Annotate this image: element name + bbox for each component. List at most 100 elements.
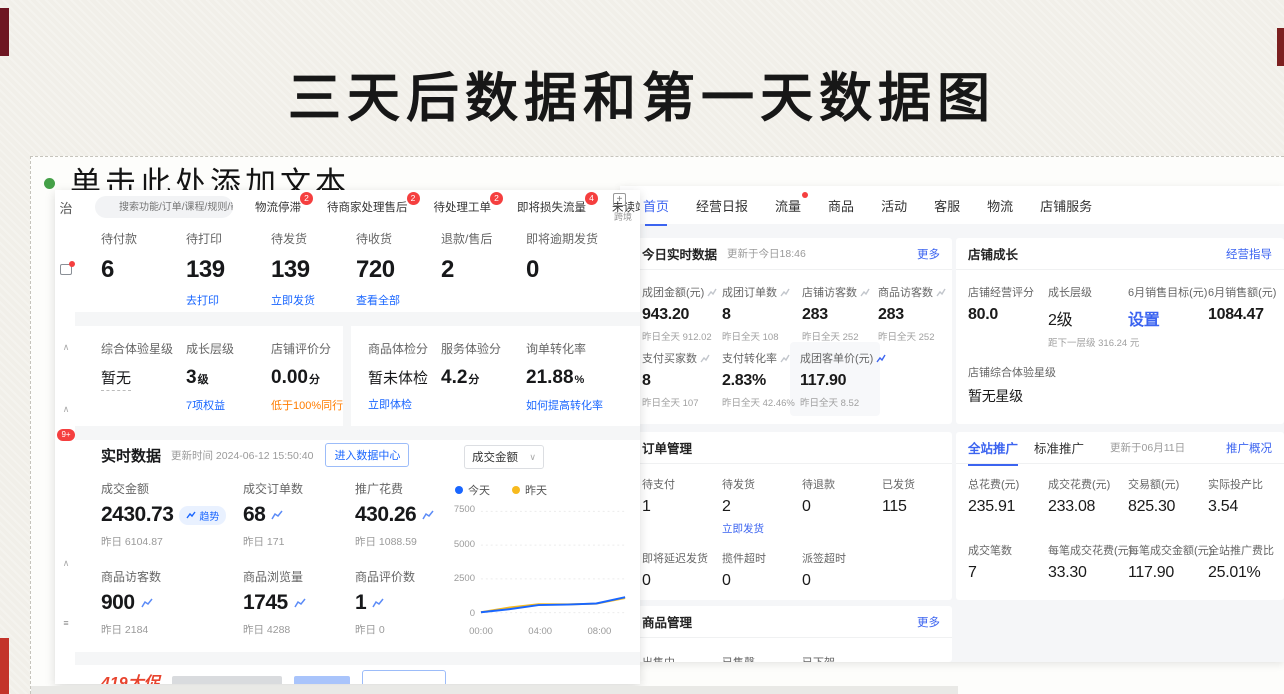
tab-activity[interactable]: 活动: [881, 196, 907, 215]
metric-group-goods-visitors: 商品访客数 283 昨日全天 252: [878, 284, 958, 343]
rail-badge-count: 9+: [57, 429, 74, 441]
promo-button-clipped[interactable]: [362, 670, 446, 684]
legend-dot-today: [455, 486, 463, 494]
collapse-chevron-icon[interactable]: ∧: [55, 558, 77, 569]
today-data-card: 今日实时数据 更新于今日18:46 更多 成团金额(元) 943.20 昨日全天…: [630, 238, 952, 424]
check-now-link[interactable]: 立即体检: [368, 396, 441, 412]
rail-mini-icon[interactable]: ≡: [55, 618, 77, 628]
stat-value: 暂未体检: [368, 367, 441, 388]
metric-label: 已发货: [882, 476, 962, 492]
metric-value: 235.91: [968, 498, 1048, 516]
tab-traffic[interactable]: 流量: [775, 196, 801, 215]
trend-chart-icon-active[interactable]: [876, 354, 886, 363]
quicklink-logistics-stalled[interactable]: 物流停滞2: [255, 199, 301, 215]
sidebar-rail-text: 治: [55, 198, 77, 217]
section-divider: [75, 652, 640, 665]
metric-group-pickup-timeout: 揽件超时 0: [722, 550, 802, 590]
rail-notification-dot: [69, 261, 75, 267]
trend-chart-icon[interactable]: [780, 288, 790, 297]
metric-value-row: 900: [101, 591, 236, 615]
realtime-metric-visitors: 商品访客数 900 昨日 2184: [101, 568, 236, 637]
metric-label: 出售中: [642, 654, 722, 662]
trend-chart-icon[interactable]: [936, 288, 946, 297]
trend-chart-icon: [186, 511, 196, 519]
metric-group-delivery-timeout: 派签超时 0: [802, 550, 882, 590]
trend-chart-icon[interactable]: [707, 288, 717, 297]
promo-link-clipped[interactable]: [294, 676, 350, 684]
badge-count: 4: [585, 192, 598, 205]
collapse-chevron-icon[interactable]: ∧: [55, 404, 77, 415]
stat-to-print: 待打印 139 去打印: [186, 230, 271, 308]
trend-chart-icon[interactable]: [860, 288, 870, 297]
metric-label: 店铺经营评分: [968, 284, 1048, 300]
quicklink-aftersales[interactable]: 待商家处理售后2: [327, 199, 408, 215]
today-more-link[interactable]: 更多: [917, 246, 940, 262]
trend-chart-icon[interactable]: [700, 354, 710, 363]
metric-group-buyers: 支付买家数 8 昨日全天 107: [642, 350, 722, 409]
legend-today[interactable]: 今天: [455, 482, 490, 498]
metric-label-text: 商品访客数: [878, 284, 933, 300]
today-card-update-time: 更新于今日18:46: [727, 246, 806, 261]
plus-icon[interactable]: +: [613, 193, 626, 206]
collapse-chevron-icon[interactable]: ∧: [55, 342, 77, 353]
data-center-button[interactable]: 进入数据中心: [325, 443, 409, 467]
rights-link[interactable]: 7项权益: [186, 397, 271, 413]
promotion-card: 全站推广 标准推广 更新于06月11日 推广概况 总花费(元) 235.91 成…: [956, 432, 1284, 600]
orders-card-header: 订单管理: [630, 432, 952, 464]
tab-service[interactable]: 客服: [934, 196, 960, 215]
search-input[interactable]: [95, 196, 233, 218]
trend-chart-icon[interactable]: [780, 354, 790, 363]
metric-group-to-pay: 待支付 1: [642, 476, 722, 516]
chevron-down-icon: ∨: [529, 452, 536, 463]
quicklink-traffic-loss[interactable]: 即将损失流量4: [517, 199, 586, 215]
go-print-link[interactable]: 去打印: [186, 292, 271, 308]
stat-to-receive: 待收货 720 查看全部: [356, 230, 441, 308]
chart-metric-select[interactable]: 成交金额 ∨: [464, 445, 544, 469]
trend-chart-icon[interactable]: [141, 598, 153, 608]
growth-card-header: 店铺成长 经营指导: [956, 238, 1284, 270]
trend-chart-icon[interactable]: [372, 598, 384, 608]
metric-group-cost-per-deal: 每笔成交花费(元) 33.30: [1048, 542, 1128, 582]
sidebar-rail-icon[interactable]: [55, 262, 77, 280]
metric-label: 成交笔数: [968, 542, 1048, 558]
business-guide-link[interactable]: 经营指导: [1226, 246, 1272, 262]
improve-conversion-link[interactable]: 如何提高转化率: [526, 397, 621, 413]
tab-logistics[interactable]: 物流: [987, 196, 1013, 215]
cross-border-label[interactable]: 跨境: [614, 210, 632, 223]
metric-label: 每笔成交花费(元): [1048, 542, 1128, 558]
legend-yesterday[interactable]: 昨天: [512, 482, 547, 498]
promotion-overview-link[interactable]: 推广概况: [1226, 440, 1272, 456]
tab-shop-service[interactable]: 店铺服务: [1040, 196, 1092, 215]
tab-standard-promotion[interactable]: 标准推广: [1034, 438, 1084, 457]
view-all-link[interactable]: 查看全部: [356, 292, 441, 308]
stat-label: 待发货: [271, 230, 356, 247]
goods-more-link[interactable]: 更多: [917, 614, 940, 630]
metric-label: 支付转化率: [722, 350, 802, 366]
metric-label: 派签超时: [802, 550, 882, 566]
quicklink-tickets[interactable]: 待处理工单2: [434, 199, 492, 215]
trend-chart-icon[interactable]: [271, 510, 283, 520]
y-axis-tick: 7500: [447, 504, 475, 515]
metric-label-text: 成团客单价(元): [800, 350, 873, 366]
metric-group-shop-visitors: 店铺访客数 283 昨日全天 252: [802, 284, 882, 343]
ship-now-link[interactable]: 立即发货: [722, 521, 802, 536]
quicklink-label: 待商家处理售后: [327, 202, 408, 214]
trend-chart-icon[interactable]: [422, 510, 434, 520]
metric-group-shipped: 已发货 115: [882, 476, 962, 516]
tab-sitewide-promotion[interactable]: 全站推广: [968, 438, 1018, 457]
legend-label: 今天: [468, 485, 490, 497]
stat-label: 待收货: [356, 230, 441, 247]
metric-group-deal-count: 成交笔数 7: [968, 542, 1048, 582]
tab-goods[interactable]: 商品: [828, 196, 854, 215]
set-target-link[interactable]: 设置: [1128, 306, 1218, 330]
tab-home[interactable]: 首页: [643, 196, 669, 215]
metric-label: 交易额(元): [1128, 476, 1208, 492]
slide-background: 三天后数据和第一天数据图 单击此处添加文本 首页 经营日报 流量 商品 活动 客…: [0, 0, 1284, 694]
ship-now-link[interactable]: 立即发货: [271, 292, 356, 308]
trend-chart-icon[interactable]: [294, 598, 306, 608]
trend-badge[interactable]: 趋势: [179, 506, 226, 525]
stat-value: 4.2分: [441, 367, 526, 389]
metric-label-text: 成团订单数: [722, 284, 777, 300]
tab-daily-report[interactable]: 经营日报: [696, 196, 748, 215]
goods-clipped-label: 已售罄: [722, 654, 802, 662]
